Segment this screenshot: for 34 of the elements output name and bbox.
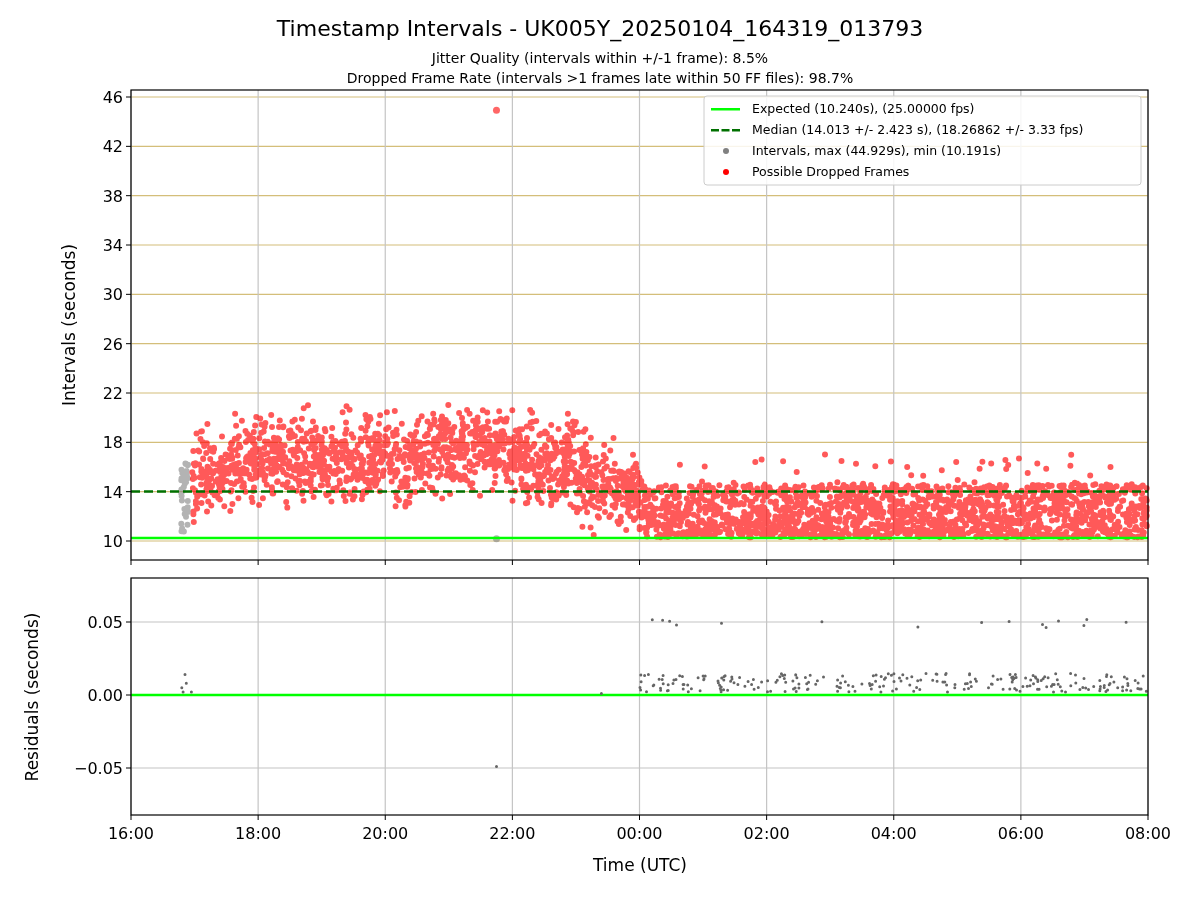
x-tick-label: 04:00 — [870, 824, 917, 843]
y-tick-label: 26 — [102, 334, 123, 354]
legend-label: Possible Dropped Frames — [752, 164, 910, 179]
chart-subtitle: Dropped Frame Rate (intervals >1 frames late within 50 FF files): 98.7% — [346, 70, 854, 86]
y-tick-label: 0.00 — [87, 686, 123, 705]
legend-label: Intervals, max (44.929s), min (10.191s) — [752, 143, 1002, 158]
x-tick-label: 06:00 — [997, 824, 1044, 843]
interval-point — [493, 535, 500, 543]
y-tick-label: 14 — [102, 482, 123, 502]
y-tick-label: 30 — [102, 285, 123, 305]
x-tick-label: 16:00 — [107, 824, 155, 843]
legend-label: Expected (10.240s), (25.00000 fps) — [752, 101, 975, 116]
x-tick-label: 20:00 — [362, 824, 409, 843]
y-tick-label: 38 — [102, 186, 123, 206]
y-axis-label: Residuals (seconds) — [22, 612, 42, 782]
x-axis-label: Time (UTC) — [593, 855, 687, 875]
x-tick-label: 18:00 — [235, 824, 282, 843]
outlier-point — [493, 106, 500, 114]
y-axis-label: Intervals (seconds) — [59, 243, 79, 407]
y-tick-label: 10 — [102, 532, 123, 551]
x-tick-label: 08:00 — [1124, 824, 1172, 843]
y-tick-label: −0.05 — [73, 759, 123, 778]
x-tick-label: 22:00 — [489, 824, 536, 843]
x-tick-label: 02:00 — [743, 824, 790, 843]
y-tick-label: 46 — [102, 88, 123, 107]
y-tick-label: 42 — [102, 137, 123, 157]
chart-title: Timestamp Intervals - UK005Y_20250104_164319_013793 — [276, 16, 924, 41]
chart-subtitle: Jitter Quality (intervals within +/-1 frame): 8.5% — [431, 50, 769, 66]
y-tick-label: 22 — [102, 384, 123, 403]
y-tick-label: 0.05 — [87, 613, 123, 632]
y-tick-label: 18 — [102, 433, 123, 453]
x-tick-label: 00:00 — [616, 824, 663, 843]
legend-label: Median (14.013 +/- 2.423 s), (18.26862 +/- 3.33 fps) — [752, 122, 1084, 137]
y-tick-label: 34 — [102, 236, 123, 255]
